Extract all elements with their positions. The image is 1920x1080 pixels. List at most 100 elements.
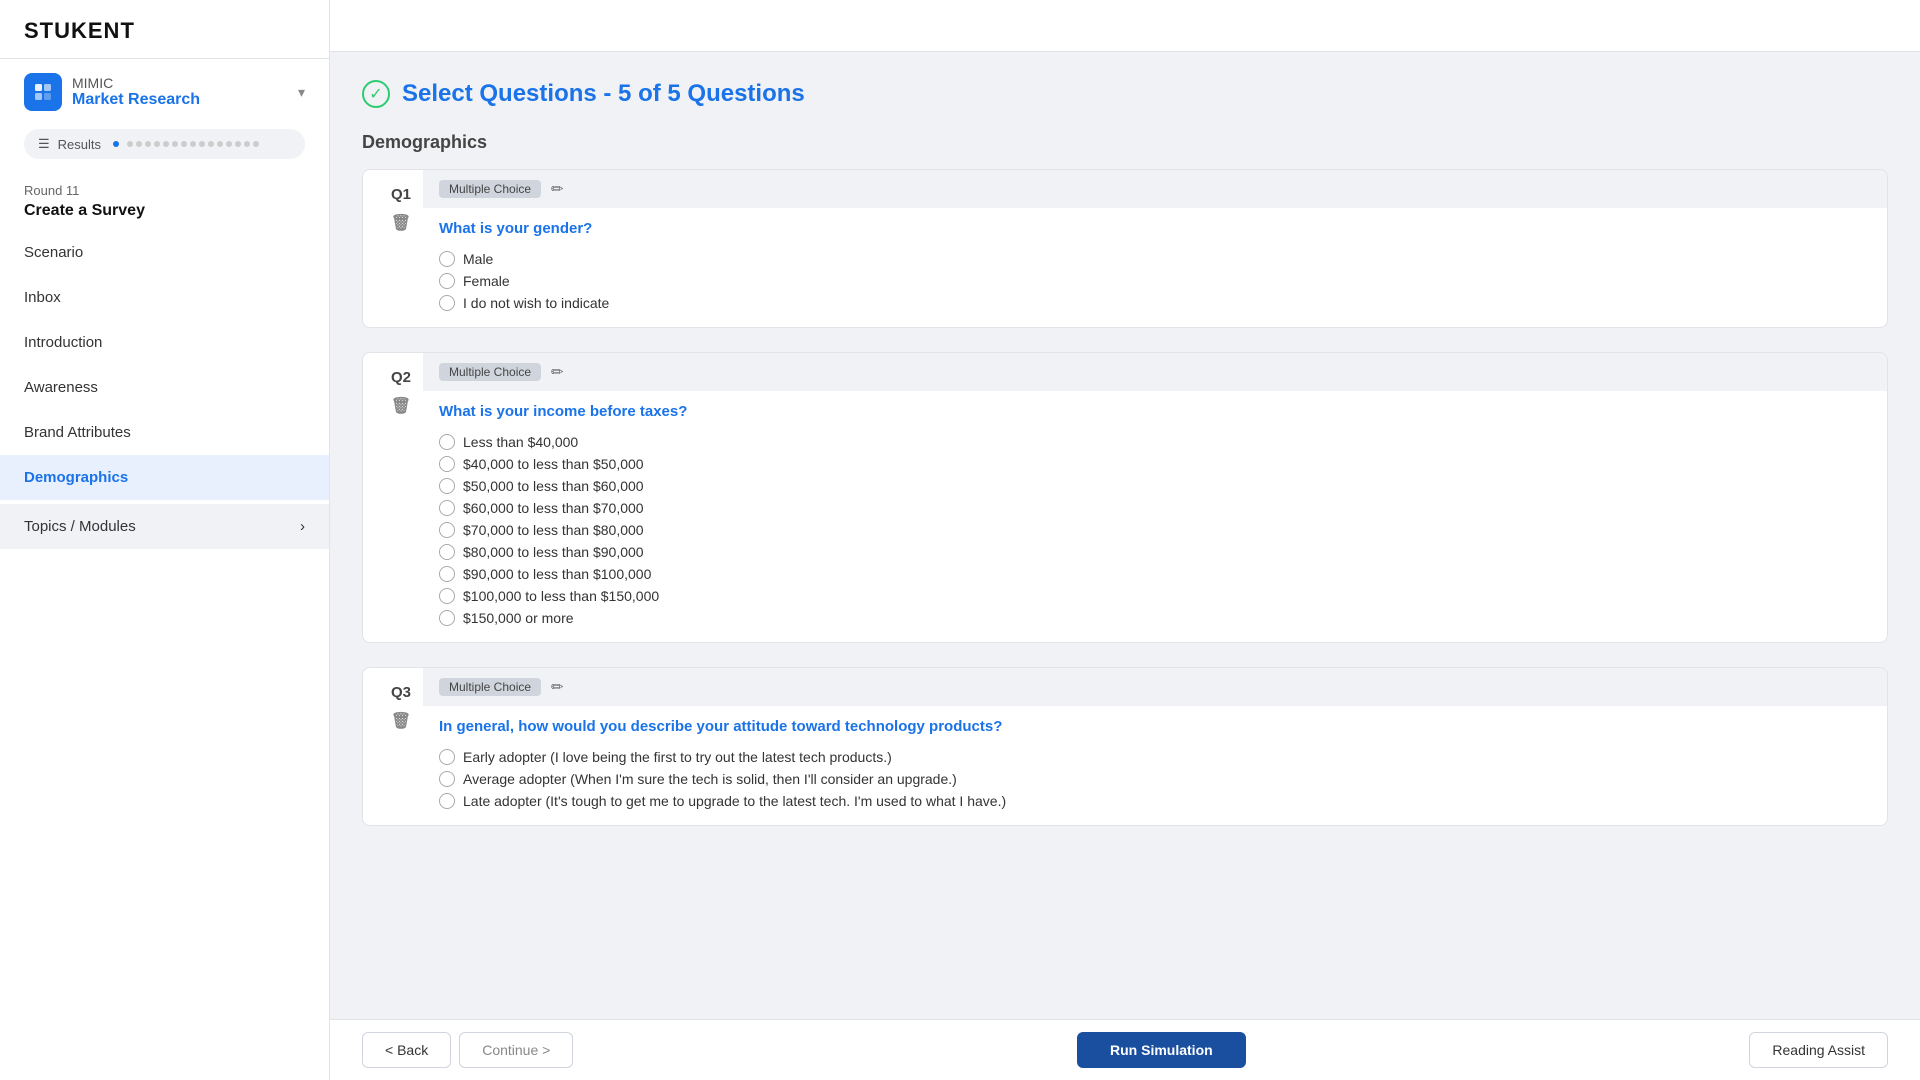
check-circle-icon: ✓ — [362, 80, 390, 108]
q2-option-4-label: $70,000 to less than $80,000 — [463, 522, 644, 538]
q1-delete-icon[interactable]: 🗑 — [391, 213, 411, 233]
active-dot — [113, 141, 119, 147]
q3-header: Multiple Choice ✏ — [423, 668, 1887, 706]
radio-icon — [439, 771, 455, 787]
footer-left-buttons: < Back Continue > — [362, 1032, 573, 1068]
q1-body: Multiple Choice ✏ What is your gender? M… — [423, 170, 1887, 327]
brand-icon — [24, 73, 62, 111]
q2-delete-icon[interactable]: 🗑 — [391, 396, 411, 416]
radio-icon — [439, 544, 455, 560]
radio-icon — [439, 500, 455, 516]
question-block-q1: Q1 🗑 Multiple Choice ✏ What is your gend… — [362, 169, 1888, 328]
q3-text: In general, how would you describe your … — [423, 706, 1887, 745]
question-row-q2: Q2 🗑 Multiple Choice ✏ What is your inco… — [363, 353, 1887, 642]
q3-type-badge: Multiple Choice — [439, 678, 541, 696]
continue-button[interactable]: Continue > — [459, 1032, 573, 1068]
q3-option-0: Early adopter (I love being the first to… — [439, 749, 1871, 765]
radio-icon — [439, 793, 455, 809]
page-header: ✓ Select Questions - 5 of 5 Questions — [362, 80, 1888, 108]
q3-option-1: Average adopter (When I'm sure the tech … — [439, 771, 1871, 787]
q1-edit-icon[interactable]: ✏ — [551, 180, 564, 198]
q2-option-4: $70,000 to less than $80,000 — [439, 522, 1871, 538]
q3-edit-icon[interactable]: ✏ — [551, 678, 564, 696]
q3-number: Q3 — [391, 684, 411, 701]
q2-option-2-label: $50,000 to less than $60,000 — [463, 478, 644, 494]
q2-option-1: $40,000 to less than $50,000 — [439, 456, 1871, 472]
q2-option-0: Less than $40,000 — [439, 434, 1871, 450]
q2-option-6-label: $90,000 to less than $100,000 — [463, 566, 651, 582]
app-logo: STUKENT — [24, 18, 135, 43]
q1-option-0: Male — [439, 251, 1871, 267]
top-bar — [330, 0, 1920, 52]
q2-body: Multiple Choice ✏ What is your income be… — [423, 353, 1887, 642]
q1-option-2-label: I do not wish to indicate — [463, 295, 609, 311]
q1-type-badge: Multiple Choice — [439, 180, 541, 198]
results-dots — [127, 141, 259, 147]
brand-name: Market Research — [72, 91, 200, 109]
radio-icon — [439, 251, 455, 267]
round-label: Round 11 — [0, 175, 329, 200]
sidebar-logo-area: STUKENT — [0, 0, 329, 59]
sidebar-item-brand-attributes[interactable]: Brand Attributes — [0, 410, 329, 455]
q2-type-badge: Multiple Choice — [439, 363, 541, 381]
run-simulation-button[interactable]: Run Simulation — [1077, 1032, 1246, 1068]
brand-row[interactable]: MIMIC Market Research ▾ — [0, 59, 329, 121]
sidebar-item-awareness[interactable]: Awareness — [0, 365, 329, 410]
q2-number: Q2 — [391, 369, 411, 386]
q1-option-1-label: Female — [463, 273, 510, 289]
radio-icon — [439, 749, 455, 765]
content-area: ✓ Select Questions - 5 of 5 Questions De… — [330, 52, 1920, 1019]
q1-number-area: Q1 🗑 — [363, 170, 423, 249]
q3-option-2-label: Late adopter (It's tough to get me to up… — [463, 793, 1006, 809]
sidebar-item-topics-modules[interactable]: Topics / Modules › — [0, 504, 329, 549]
q2-option-2: $50,000 to less than $60,000 — [439, 478, 1871, 494]
q2-number-area: Q2 🗑 — [363, 353, 423, 432]
sidebar-item-scenario[interactable]: Scenario — [0, 230, 329, 275]
q3-delete-icon[interactable]: 🗑 — [391, 711, 411, 731]
back-button[interactable]: < Back — [362, 1032, 451, 1068]
q3-number-area: Q3 🗑 — [363, 668, 423, 747]
q1-text: What is your gender? — [423, 208, 1887, 247]
q3-body: Multiple Choice ✏ In general, how would … — [423, 668, 1887, 825]
q3-option-1-label: Average adopter (When I'm sure the tech … — [463, 771, 957, 787]
q2-option-0-label: Less than $40,000 — [463, 434, 578, 450]
q1-options: Male Female I do not wish to indicate — [423, 247, 1887, 327]
question-block-q2: Q2 🗑 Multiple Choice ✏ What is your inco… — [362, 352, 1888, 643]
q1-option-0-label: Male — [463, 251, 493, 267]
q2-option-3-label: $60,000 to less than $70,000 — [463, 500, 644, 516]
q2-option-8-label: $150,000 or more — [463, 610, 574, 626]
reading-assist-button[interactable]: Reading Assist — [1749, 1032, 1888, 1068]
topics-label: Topics / Modules — [24, 518, 136, 535]
round-title: Create a Survey — [0, 200, 329, 230]
results-label: Results — [58, 137, 101, 152]
radio-icon — [439, 456, 455, 472]
q1-option-2: I do not wish to indicate — [439, 295, 1871, 311]
q2-options: Less than $40,000 $40,000 to less than $… — [423, 430, 1887, 642]
q2-option-6: $90,000 to less than $100,000 — [439, 566, 1871, 582]
results-bar[interactable]: ☰ Results — [24, 129, 305, 159]
chevron-right-icon: › — [300, 518, 305, 535]
radio-icon — [439, 588, 455, 604]
radio-icon — [439, 434, 455, 450]
brand-chevron-icon[interactable]: ▾ — [298, 84, 305, 101]
radio-icon — [439, 610, 455, 626]
hamburger-icon: ☰ — [38, 136, 50, 152]
q2-edit-icon[interactable]: ✏ — [551, 363, 564, 381]
question-block-q3: Q3 🗑 Multiple Choice ✏ In general, how w… — [362, 667, 1888, 826]
q2-text: What is your income before taxes? — [423, 391, 1887, 430]
q1-option-1: Female — [439, 273, 1871, 289]
q2-header: Multiple Choice ✏ — [423, 353, 1887, 391]
sidebar-item-introduction[interactable]: Introduction — [0, 320, 329, 365]
sidebar: STUKENT MIMIC Market Research ▾ ☰ Result… — [0, 0, 330, 1080]
brand-info: MIMIC Market Research — [72, 75, 200, 109]
sidebar-item-demographics[interactable]: Demographics — [0, 455, 329, 500]
q3-option-0-label: Early adopter (I love being the first to… — [463, 749, 892, 765]
q3-options: Early adopter (I love being the first to… — [423, 745, 1887, 825]
radio-icon — [439, 566, 455, 582]
radio-icon — [439, 273, 455, 289]
q2-option-8: $150,000 or more — [439, 610, 1871, 626]
footer: < Back Continue > Run Simulation Reading… — [330, 1019, 1920, 1080]
q1-number: Q1 — [391, 186, 411, 203]
q2-option-5: $80,000 to less than $90,000 — [439, 544, 1871, 560]
sidebar-item-inbox[interactable]: Inbox — [0, 275, 329, 320]
